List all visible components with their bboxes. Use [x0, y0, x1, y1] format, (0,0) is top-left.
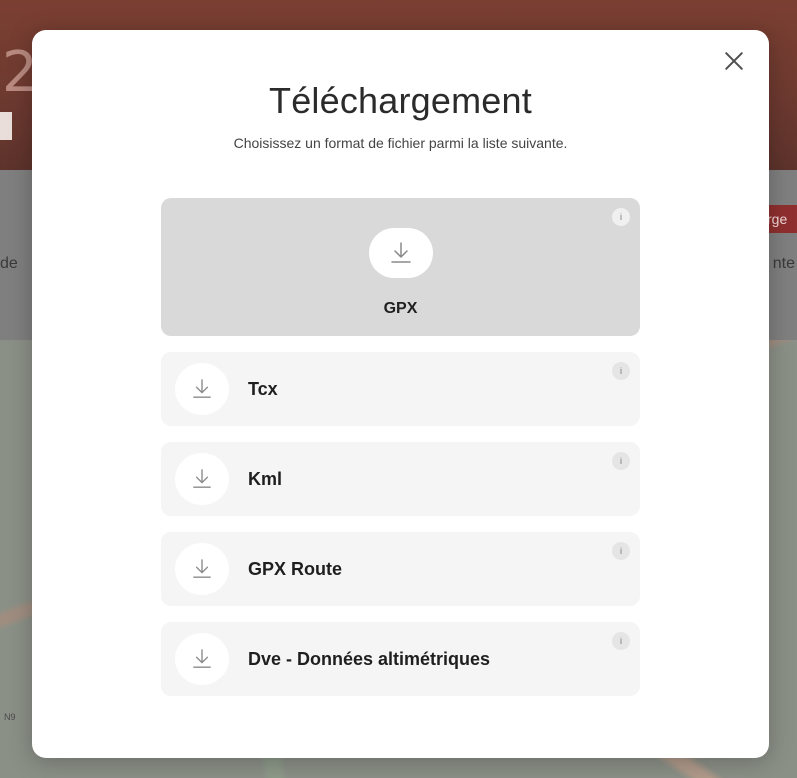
background-hero-bar — [0, 112, 12, 140]
download-icon-circle — [369, 228, 433, 278]
info-icon-glyph: i — [620, 211, 622, 222]
format-list: GPX i Tcx i Kml i GPX Route i Dve - Donn… — [161, 198, 640, 696]
format-option-tcx[interactable]: Tcx i — [161, 352, 640, 426]
download-icon — [391, 242, 411, 263]
info-icon-glyph: i — [620, 545, 622, 556]
download-icon-circle — [175, 543, 229, 595]
format-option-dve[interactable]: Dve - Données altimétriques i — [161, 622, 640, 696]
close-icon[interactable] — [721, 48, 747, 74]
format-label: Kml — [248, 469, 283, 489]
download-icon — [193, 559, 211, 578]
info-icon-glyph: i — [620, 455, 622, 466]
format-label: Tcx — [248, 379, 278, 399]
info-icon[interactable]: i — [612, 362, 630, 380]
info-icon-glyph: i — [620, 635, 622, 646]
info-icon[interactable]: i — [612, 632, 630, 650]
download-icon — [193, 649, 211, 668]
info-icon[interactable]: i — [612, 542, 630, 560]
info-icon[interactable]: i — [612, 208, 630, 226]
format-label: GPX — [383, 300, 418, 317]
download-icon — [193, 379, 211, 398]
format-option-kml[interactable]: Kml i — [161, 442, 640, 516]
modal-title: Téléchargement — [269, 80, 532, 121]
download-icon-circle — [175, 363, 229, 415]
modal-subtitle: Choisissez un format de fichier parmi la… — [233, 135, 568, 151]
format-label: Dve - Données altimétriques — [248, 649, 491, 669]
download-modal: Téléchargement Choisissez un format de f… — [32, 30, 769, 758]
download-icon — [193, 469, 211, 488]
format-option-gpx-route[interactable]: GPX Route i — [161, 532, 640, 606]
download-icon-circle — [175, 453, 229, 505]
format-label: GPX Route — [248, 559, 343, 579]
format-option-gpx[interactable]: GPX i — [161, 198, 640, 336]
download-icon-circle — [175, 633, 229, 685]
background-right-text: nte — [772, 255, 795, 272]
info-icon-glyph: i — [620, 365, 622, 376]
background-left-text: de — [0, 255, 18, 272]
info-icon[interactable]: i — [612, 452, 630, 470]
background-map-label: N9 — [4, 712, 16, 722]
